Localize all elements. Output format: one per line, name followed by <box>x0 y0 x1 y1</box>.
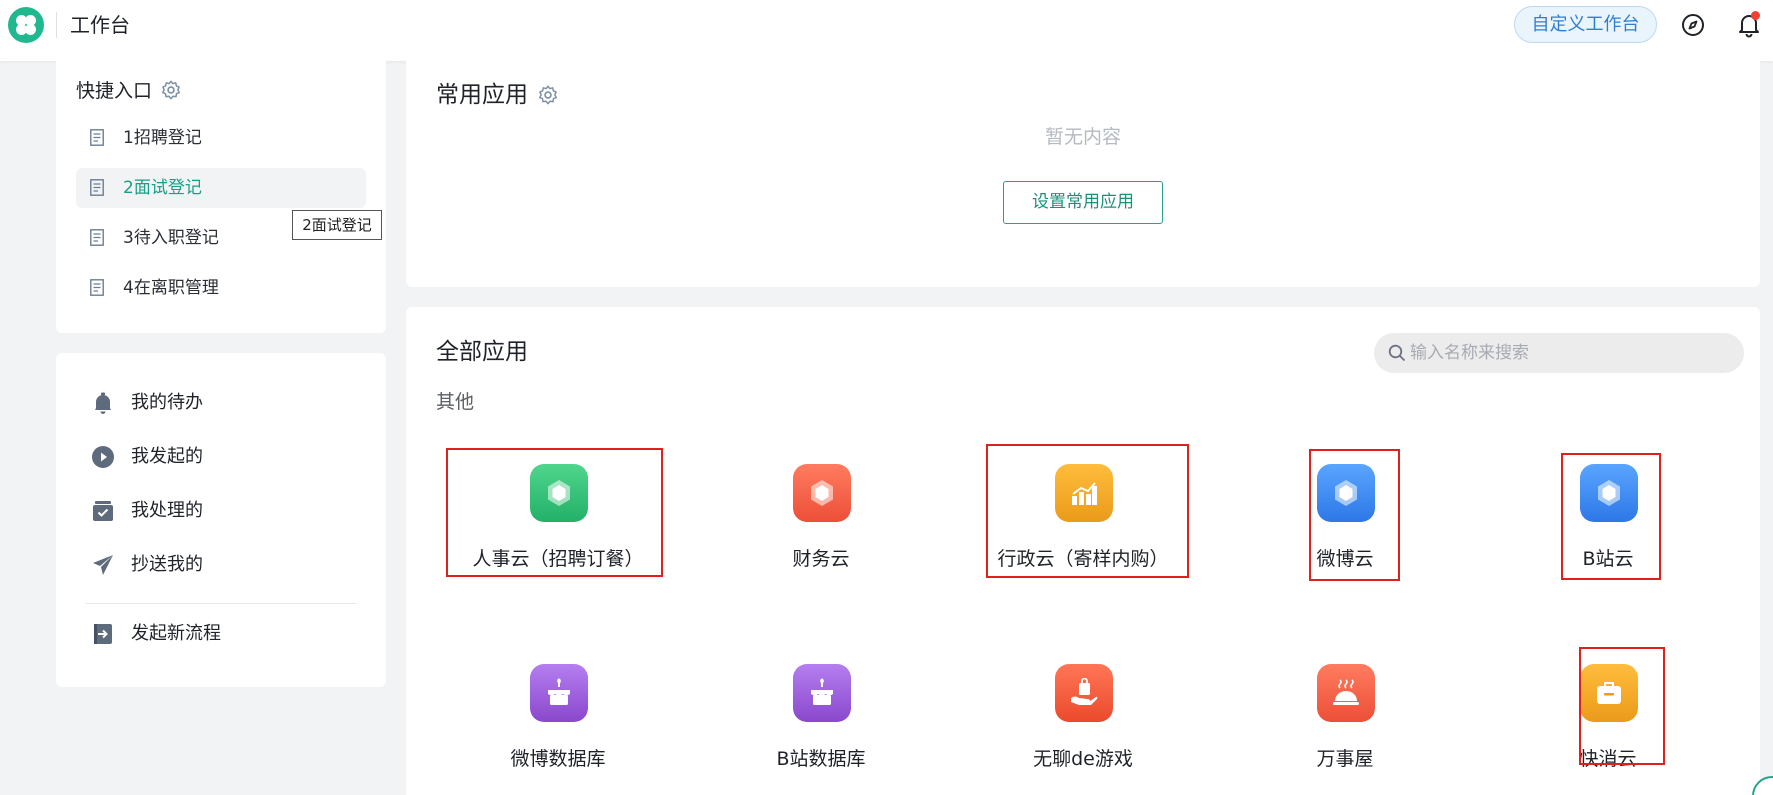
search-input[interactable] <box>1410 333 1730 373</box>
divider <box>86 603 356 604</box>
quick-item-interview[interactable]: 2面试登记 <box>76 168 366 208</box>
app-name: 微博数据库 <box>510 748 606 770</box>
cake-icon <box>793 664 851 722</box>
quick-access-title: 快捷入口 <box>76 80 153 102</box>
hexagon-icon <box>793 464 851 522</box>
quick-item-label: 3待入职登记 <box>123 228 219 248</box>
document-icon <box>90 179 104 196</box>
common-apps-title: 常用应用 <box>436 82 528 108</box>
app-name: 行政云（寄样内购） <box>997 548 1169 570</box>
document-icon <box>90 229 104 246</box>
app-weibo-cloud[interactable]: 微博云 <box>1245 464 1445 584</box>
hexagon-icon <box>1317 464 1375 522</box>
briefcase-icon <box>1580 664 1638 722</box>
app-name: 快消云 <box>1579 748 1637 770</box>
gear-icon[interactable] <box>537 84 559 106</box>
hand-bag-icon <box>1055 664 1113 722</box>
quick-access-card: 快捷入口 1招聘登记 2面试登记 3待入职登记 4在离职管理 <box>56 61 386 333</box>
paper-plane-icon <box>93 555 113 575</box>
app-name: 微博云 <box>1316 548 1374 570</box>
quick-item-employment[interactable]: 4在离职管理 <box>76 268 366 308</box>
set-common-apps-button[interactable]: 设置常用应用 <box>1003 181 1163 224</box>
app-wanshiwu[interactable]: 万事屋 <box>1245 664 1445 784</box>
all-apps-card: 全部应用 其他 人事云（招聘订餐） 财务云 行政云（寄样内购） 微博云 B站云 <box>406 307 1760 795</box>
quick-item-label: 1招聘登记 <box>123 128 202 148</box>
compass-icon[interactable] <box>1681 13 1705 37</box>
app-hr-cloud[interactable]: 人事云（招聘订餐） <box>458 464 658 584</box>
app-name: B站云 <box>1582 548 1634 570</box>
empty-state-text: 暂无内容 <box>1044 126 1121 148</box>
flow-item-label: 我处理的 <box>131 500 203 521</box>
food-cover-icon <box>1317 664 1375 722</box>
flow-item-label: 我发起的 <box>131 446 203 467</box>
quick-item-label: 2面试登记 <box>123 178 202 198</box>
customize-workbench-button[interactable]: 自定义工作台 <box>1514 6 1657 43</box>
flow-item-handled[interactable]: 我处理的 <box>91 496 361 526</box>
bar-chart-icon <box>1055 464 1113 522</box>
app-finance-cloud[interactable]: 财务云 <box>721 464 921 584</box>
app-bilibili-cloud[interactable]: B站云 <box>1508 464 1708 584</box>
workflow-card: 我的待办 我发起的 我处理的 抄送我的 发起新流程 <box>56 353 386 687</box>
flow-item-initiated[interactable]: 我发起的 <box>91 442 361 472</box>
cake-icon <box>530 664 588 722</box>
search-icon <box>1388 344 1406 362</box>
hexagon-icon <box>530 464 588 522</box>
app-weibo-database[interactable]: 微博数据库 <box>458 664 658 784</box>
export-icon <box>94 624 112 644</box>
start-new-flow-button[interactable]: 发起新流程 <box>91 619 361 649</box>
bell-icon <box>95 392 111 414</box>
gear-icon[interactable] <box>160 79 182 101</box>
quick-item-label: 4在离职管理 <box>123 278 219 298</box>
tooltip: 2面试登记 <box>292 210 382 240</box>
top-bar: 工作台 自定义工作台 <box>0 0 1773 61</box>
app-bilibili-database[interactable]: B站数据库 <box>721 664 921 784</box>
document-icon <box>90 129 104 146</box>
app-name: 人事云（招聘订餐） <box>472 548 644 570</box>
search-box[interactable] <box>1374 333 1744 373</box>
app-name: B站数据库 <box>776 748 866 770</box>
app-name: 无聊de游戏 <box>1033 748 1133 770</box>
flow-item-label: 我的待办 <box>131 392 203 413</box>
group-label: 其他 <box>436 391 475 413</box>
flow-item-cc[interactable]: 抄送我的 <box>91 550 361 580</box>
flow-item-label: 发起新流程 <box>131 623 221 644</box>
app-name: 财务云 <box>792 548 850 570</box>
app-boring-game[interactable]: 无聊de游戏 <box>983 664 1183 784</box>
flow-item-label: 抄送我的 <box>131 554 203 575</box>
page-title: 工作台 <box>70 13 130 37</box>
app-name: 万事屋 <box>1316 748 1374 770</box>
flow-item-todo[interactable]: 我的待办 <box>91 388 361 418</box>
quick-item-recruit[interactable]: 1招聘登记 <box>76 118 366 158</box>
app-fmcg-cloud[interactable]: 快消云 <box>1508 664 1708 784</box>
inbox-check-icon <box>93 501 113 521</box>
hexagon-icon <box>1580 464 1638 522</box>
app-admin-cloud[interactable]: 行政云（寄样内购） <box>983 464 1183 584</box>
logo-icon[interactable] <box>8 7 44 43</box>
document-icon <box>90 279 104 296</box>
notification-dot <box>1751 11 1760 20</box>
header-divider <box>56 12 57 38</box>
common-apps-card: 常用应用 暂无内容 设置常用应用 <box>406 61 1760 287</box>
play-circle-icon <box>92 446 114 468</box>
all-apps-title: 全部应用 <box>436 339 528 365</box>
